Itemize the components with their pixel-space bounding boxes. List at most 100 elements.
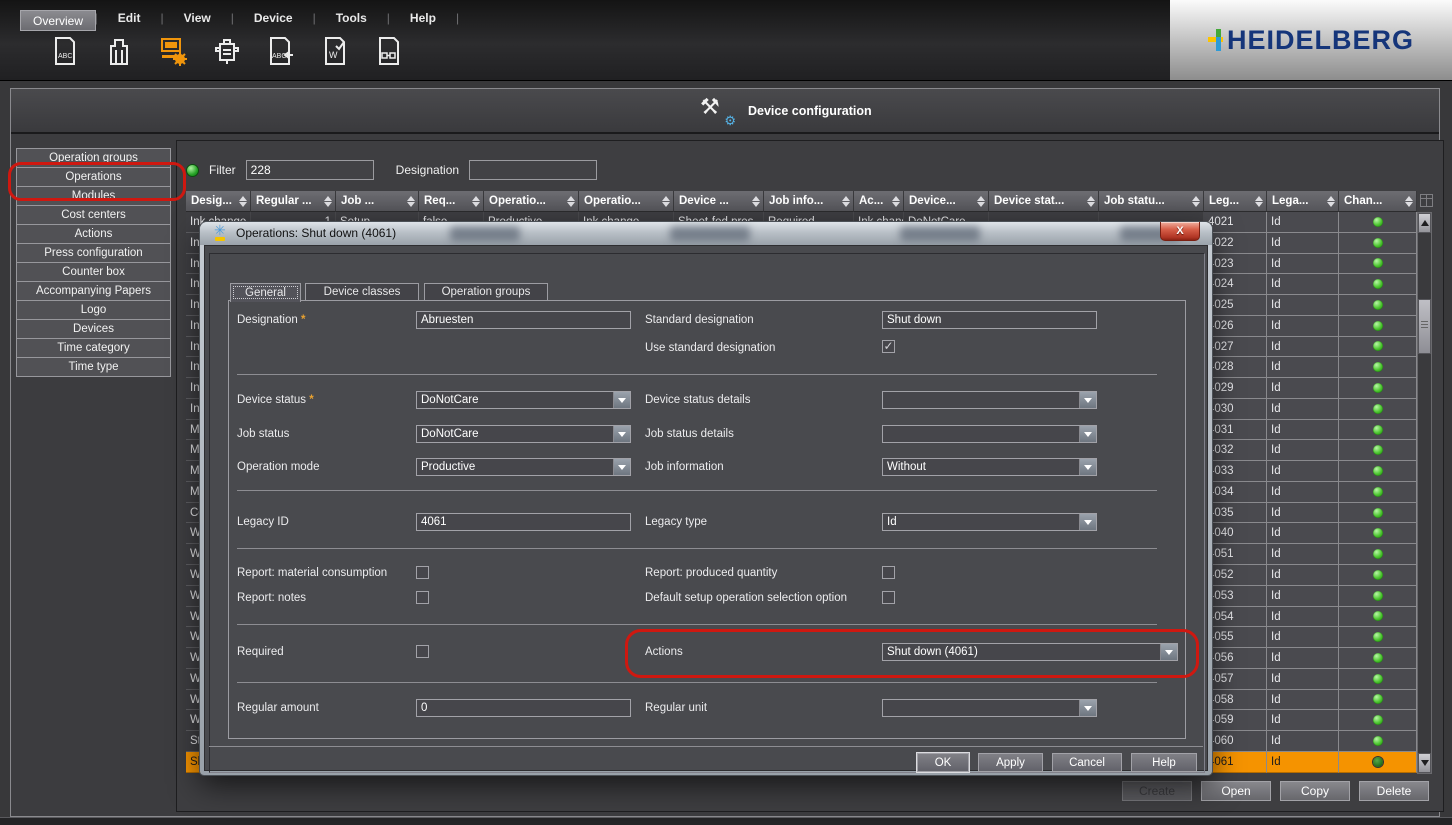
device-status-select[interactable]: DoNotCare: [416, 391, 631, 409]
column-header[interactable]: Device stat...: [989, 191, 1099, 212]
sort-icon[interactable]: [891, 195, 900, 207]
sort-icon[interactable]: [323, 195, 332, 207]
sort-icon[interactable]: [1191, 195, 1200, 207]
green-dot-icon: [1372, 528, 1383, 539]
sort-icon[interactable]: [976, 195, 985, 207]
column-header[interactable]: Job statu...: [1099, 191, 1204, 212]
document-link-icon[interactable]: [374, 34, 404, 68]
sort-icon[interactable]: [1326, 195, 1335, 207]
required-checkbox[interactable]: [416, 645, 429, 658]
sort-icon[interactable]: [566, 195, 575, 207]
regular-unit-select[interactable]: [882, 699, 1097, 717]
column-header[interactable]: Ac...: [854, 191, 904, 212]
open-button[interactable]: Open: [1201, 781, 1271, 801]
column-header[interactable]: Req...: [419, 191, 484, 212]
designation-filter-label: Designation: [395, 163, 460, 177]
column-header[interactable]: Operatio...: [484, 191, 579, 212]
menu-help[interactable]: Help: [404, 10, 442, 26]
column-header[interactable]: Leg...: [1204, 191, 1267, 212]
vertical-scrollbar[interactable]: [1417, 212, 1432, 774]
scroll-up-button[interactable]: [1418, 213, 1431, 233]
sort-icon[interactable]: [406, 195, 415, 207]
svg-text:W: W: [329, 50, 338, 60]
close-icon[interactable]: X: [1160, 222, 1200, 241]
default-setup-checkbox[interactable]: [882, 591, 895, 604]
designation-filter-input[interactable]: [469, 160, 598, 180]
green-dot-icon: [1372, 466, 1383, 477]
chart-icon[interactable]: [104, 34, 134, 68]
sidebar-item-operations[interactable]: Operations: [16, 167, 171, 187]
sidebar-item-logo[interactable]: Logo: [16, 300, 171, 320]
overview-button[interactable]: Overview: [20, 10, 96, 31]
filter-input[interactable]: 228: [245, 160, 374, 180]
column-header[interactable]: Device...: [904, 191, 989, 212]
report-material-checkbox[interactable]: [416, 566, 429, 579]
help-button[interactable]: Help: [1131, 753, 1197, 772]
table-settings-icon[interactable]: [1420, 194, 1433, 207]
sidebar-item-counter-box[interactable]: Counter box: [16, 262, 171, 282]
report-quantity-checkbox[interactable]: [882, 566, 895, 579]
column-header[interactable]: Job info...: [764, 191, 854, 212]
device-status-details-select[interactable]: [882, 391, 1097, 409]
tab-operation-groups[interactable]: Operation groups: [424, 283, 548, 301]
press-machine-icon[interactable]: [212, 34, 242, 68]
sort-icon[interactable]: [1086, 195, 1095, 207]
device-configuration-icon[interactable]: [158, 34, 188, 68]
document-w-check-icon[interactable]: W: [320, 34, 350, 68]
report-document-icon[interactable]: ABC: [50, 34, 80, 68]
job-status-select[interactable]: DoNotCare: [416, 425, 631, 443]
create-button[interactable]: Create: [1122, 781, 1192, 801]
sort-icon[interactable]: [471, 195, 480, 207]
sort-icon[interactable]: [238, 195, 247, 207]
legacy-id-label: Legacy ID: [237, 516, 289, 528]
sort-icon[interactable]: [841, 195, 850, 207]
scroll-down-button[interactable]: [1418, 753, 1431, 773]
delete-button[interactable]: Delete: [1359, 781, 1429, 801]
operation-mode-select[interactable]: Productive: [416, 458, 631, 476]
scrollbar-thumb[interactable]: [1418, 299, 1431, 354]
column-header[interactable]: Chan...: [1339, 191, 1417, 212]
job-information-select[interactable]: Without: [882, 458, 1097, 476]
column-header[interactable]: Job ...: [336, 191, 419, 212]
chevron-down-icon: [1079, 700, 1096, 716]
sidebar-item-time-category[interactable]: Time category: [16, 338, 171, 358]
sort-icon[interactable]: [1254, 195, 1263, 207]
sidebar-item-cost-centers[interactable]: Cost centers: [16, 205, 171, 225]
menu-view[interactable]: View: [178, 10, 217, 26]
column-header[interactable]: Device ...: [674, 191, 764, 212]
menu-edit[interactable]: Edit: [112, 10, 147, 26]
document-abc-arrow-icon[interactable]: ABC: [266, 34, 296, 68]
job-status-details-select[interactable]: [882, 425, 1097, 443]
sidebar-item-actions[interactable]: Actions: [16, 224, 171, 244]
copy-button[interactable]: Copy: [1280, 781, 1350, 801]
legacy-type-select[interactable]: Id: [882, 513, 1097, 531]
column-header[interactable]: Desig...: [186, 191, 251, 212]
sidebar-item-accompanying-papers[interactable]: Accompanying Papers: [16, 281, 171, 301]
tab-device-classes[interactable]: Device classes: [305, 283, 419, 301]
sidebar-item-time-type[interactable]: Time type: [16, 357, 171, 377]
standard-designation-input[interactable]: Shut down: [882, 311, 1097, 329]
menu-items: File| Edit| View| Device| Tools| Help|: [48, 10, 459, 26]
sidebar-item-devices[interactable]: Devices: [16, 319, 171, 339]
column-header[interactable]: Regular ...: [251, 191, 336, 212]
sidebar-item-operation-groups[interactable]: Operation groups: [16, 148, 171, 168]
tab-general[interactable]: General: [230, 283, 301, 302]
column-header[interactable]: Operatio...: [579, 191, 674, 212]
use-standard-designation-checkbox[interactable]: ✓: [882, 340, 895, 353]
ok-button[interactable]: OK: [917, 753, 969, 772]
cancel-button[interactable]: Cancel: [1052, 753, 1122, 772]
menu-device[interactable]: Device: [248, 10, 299, 26]
sidebar-item-press-configuration[interactable]: Press configuration: [16, 243, 171, 263]
actions-select[interactable]: Shut down (4061): [882, 643, 1178, 661]
regular-amount-input[interactable]: 0: [416, 699, 631, 717]
legacy-id-input[interactable]: 4061: [416, 513, 631, 531]
sort-icon[interactable]: [1404, 195, 1413, 207]
apply-button[interactable]: Apply: [978, 753, 1043, 772]
report-notes-checkbox[interactable]: [416, 591, 429, 604]
designation-input[interactable]: Abruesten: [416, 311, 631, 329]
sort-icon[interactable]: [751, 195, 760, 207]
menu-tools[interactable]: Tools: [330, 10, 373, 26]
column-header[interactable]: Lega...: [1267, 191, 1339, 212]
sidebar-item-modules[interactable]: Modules: [16, 186, 171, 206]
sort-icon[interactable]: [661, 195, 670, 207]
